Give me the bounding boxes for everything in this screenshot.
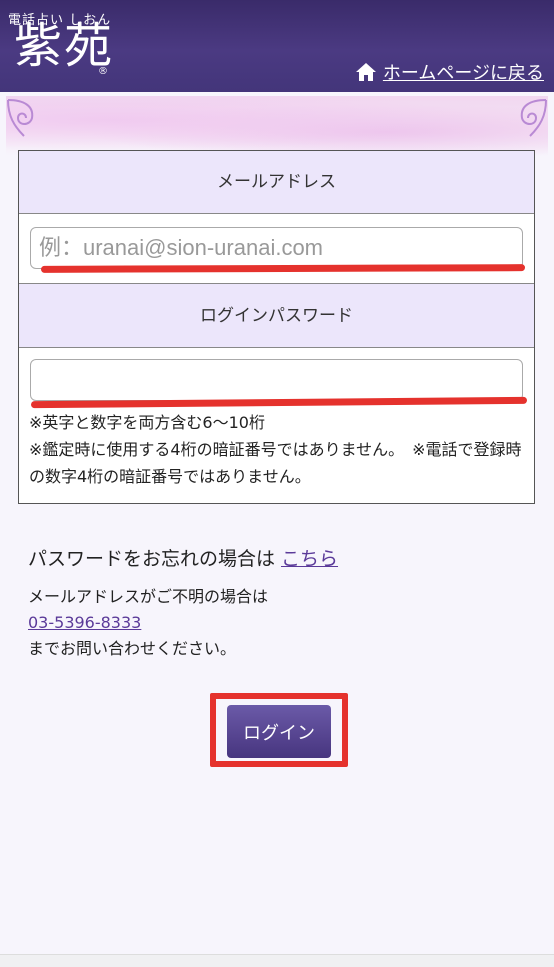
email-help: メールアドレスがご不明の場合は 03-5396-8333 までお問い合わせくださ… [28,584,268,662]
decorative-banner [6,96,548,156]
home-icon [355,62,377,82]
email-input-row [19,215,534,284]
phone-number-link[interactable]: 03-5396-8333 [28,610,268,636]
email-field[interactable] [30,227,523,269]
email-label: メールアドレス [19,151,534,214]
password-label: ログインパスワード [19,284,534,348]
forgot-password-link[interactable]: こちら [281,548,338,570]
password-note-pin: ※鑑定時に使用する4桁の暗証番号ではありません。 ※電話で登録時の数字4桁の暗証… [29,440,522,486]
email-help-line: メールアドレスがご不明の場合は [28,587,269,606]
annotation-underline [40,264,526,273]
login-button[interactable]: ログイン [227,705,331,758]
registered-mark: ® [98,66,108,77]
ornament-left-icon [7,99,34,137]
login-form: メールアドレス ログインパスワード ※英字と数字を両方含む6〜10桁 ※鑑定時に… [18,150,535,504]
home-link-label: ホームページに戻る [382,63,544,84]
password-input-row [19,349,534,409]
password-note-format: ※英字と数字を両方含む6〜10桁 [29,413,265,432]
forgot-password-text: パスワードをお忘れの場合は [28,548,276,570]
home-page-link[interactable]: ホームページに戻る [355,59,544,85]
site-header: 電話占い しおん 紫苑 ® ホームページに戻る [0,0,554,92]
password-field[interactable] [30,359,523,401]
site-logo[interactable]: 紫苑 [14,22,114,70]
password-notes: ※英字と数字を両方含む6〜10桁 ※鑑定時に使用する4桁の暗証番号ではありません… [29,409,527,490]
email-help-contact: までお問い合わせください。 [28,639,237,658]
annotation-box: ログイン [210,693,348,767]
browser-bottom-bar [0,954,554,967]
ornament-right-icon [520,99,547,137]
forgot-password-row: パスワードをお忘れの場合は こちら [28,544,338,571]
